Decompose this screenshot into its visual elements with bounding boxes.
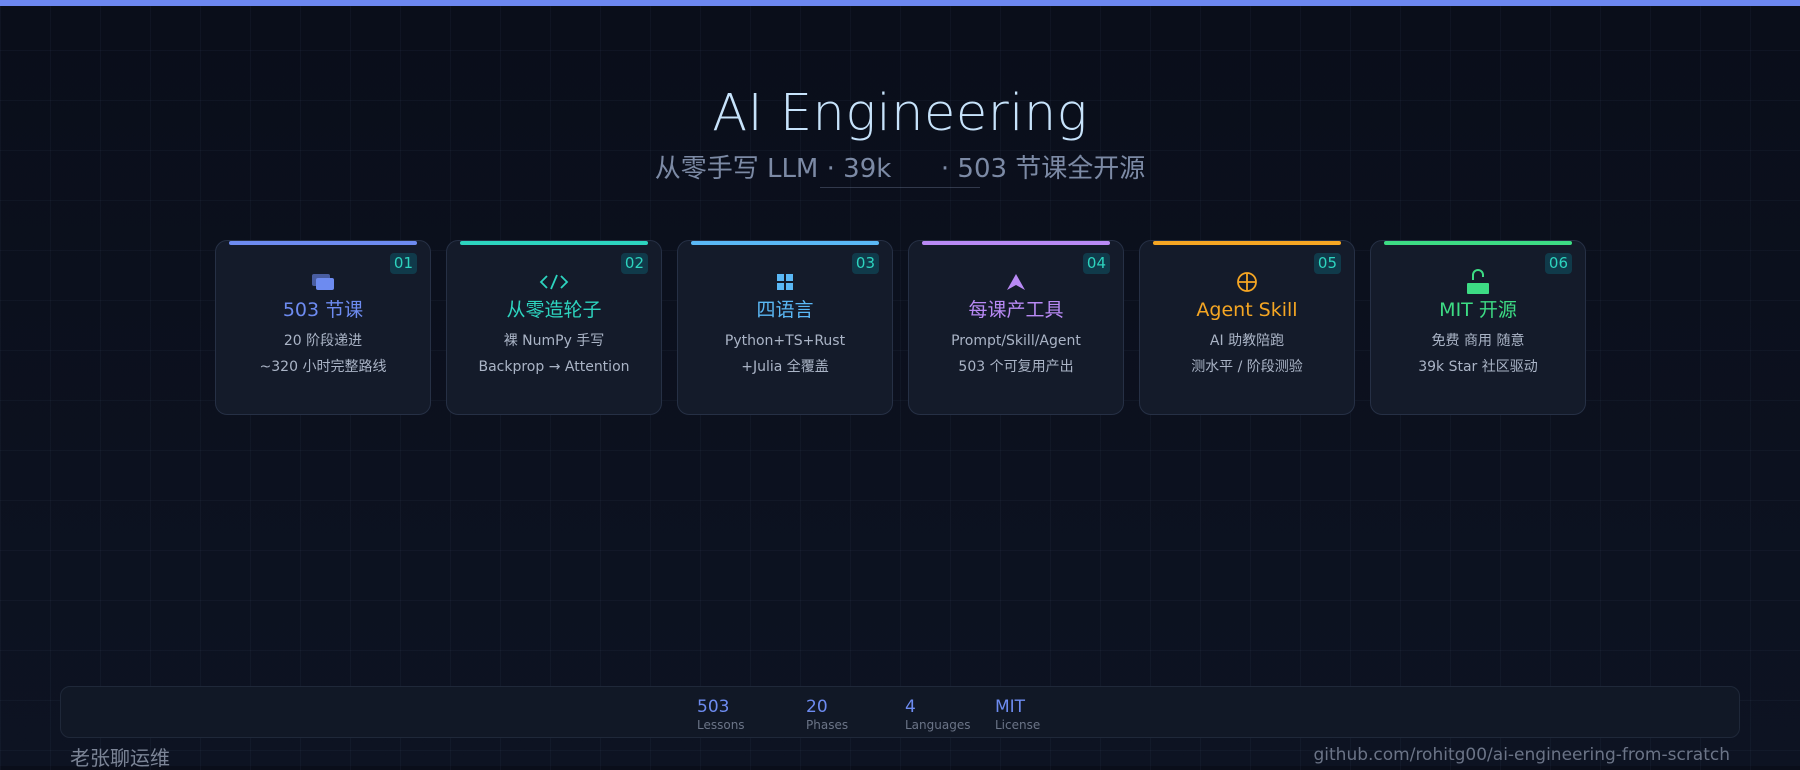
- stack-icon: [216, 270, 430, 294]
- author-name: 老张聊运维: [70, 746, 170, 770]
- card-accent-bar: [1384, 241, 1572, 245]
- card-description-line1: 20 阶段递进: [283, 333, 363, 349]
- card-title: 503 节课: [282, 299, 364, 321]
- stat-value: 4: [905, 697, 916, 717]
- top-accent-bar: [0, 0, 1800, 6]
- feature-card-agent-skill: 05 Agent Skill AI 助教陪跑 测水平 / 阶段测验: [1139, 240, 1355, 415]
- card-description-line2: 39k Star 社区驱动: [1418, 359, 1538, 375]
- code-icon: [447, 270, 661, 294]
- card-accent-bar: [460, 241, 648, 245]
- stat-value: MIT: [995, 697, 1026, 717]
- crosshair-icon: [1140, 270, 1354, 294]
- card-title: 每课产工具: [968, 299, 1064, 321]
- stat-license: MIT License: [995, 697, 1040, 733]
- card-description-line1: Prompt/Skill/Agent: [951, 333, 1081, 349]
- card-accent-bar: [691, 241, 879, 245]
- subtitle-underline: [820, 187, 980, 188]
- feature-card-tools: 04 每课产工具 Prompt/Skill/Agent 503 个可复用产出: [908, 240, 1124, 415]
- card-title: 四语言: [756, 299, 814, 321]
- arrow-up-icon: [909, 270, 1123, 294]
- card-description-line1: 裸 NumPy 手写: [503, 333, 605, 349]
- stat-label: Phases: [806, 718, 849, 732]
- feature-card-from-scratch: 02 从零造轮子 裸 NumPy 手写 Backprop → Attention: [446, 240, 662, 415]
- card-title: MIT 开源: [1439, 299, 1517, 321]
- repo-link[interactable]: github.com/rohitg00/ai-engineering-from-…: [1313, 744, 1730, 766]
- card-accent-bar: [229, 241, 417, 245]
- stat-label: Lessons: [697, 718, 745, 732]
- stat-languages: 4 Languages: [905, 697, 970, 733]
- grid-icon: [678, 270, 892, 294]
- stat-phases: 20 Phases: [806, 697, 848, 733]
- card-accent-bar: [1153, 241, 1341, 245]
- page-title: AI Engineering: [712, 84, 1088, 143]
- stat-value: 503: [697, 697, 730, 717]
- card-description-line1: AI 助教陪跑: [1209, 333, 1285, 349]
- card-title: 从零造轮子: [506, 299, 602, 321]
- card-title: Agent Skill: [1196, 299, 1298, 321]
- stat-value: 20: [806, 697, 828, 717]
- feature-card-mit-license: 06 MIT 开源 免费 商用 随意 39k Star 社区驱动: [1370, 240, 1586, 415]
- card-accent-bar: [922, 241, 1110, 245]
- card-description-line1: Python+TS+Rust: [724, 333, 846, 349]
- feature-card-languages: 03 四语言 Python+TS+Rust +Julia 全覆盖: [677, 240, 893, 415]
- card-description-line2: 503 个可复用产出: [958, 359, 1074, 375]
- stat-label: Languages: [905, 718, 971, 732]
- card-description-line1: 免费 商用 随意: [1431, 333, 1525, 349]
- stat-lessons: 503 Lessons: [697, 697, 745, 733]
- card-description-line2: +Julia 全覆盖: [741, 359, 829, 375]
- stats-panel: 503 Lessons 20 Phases 4 Languages MIT Li…: [60, 686, 1740, 738]
- feature-card-lessons: 01 503 节课 20 阶段递进 ~320 小时完整路线: [215, 240, 431, 415]
- card-description-line2: 测水平 / 阶段测验: [1191, 359, 1303, 375]
- card-description-line2: ~320 小时完整路线: [259, 359, 387, 375]
- stat-label: License: [995, 718, 1041, 732]
- page-subtitle: 从零手写 LLM · 39k · 503 节课全开源: [654, 154, 1146, 184]
- card-description-line2: Backprop → Attention: [478, 359, 630, 375]
- unlock-icon: [1371, 269, 1585, 294]
